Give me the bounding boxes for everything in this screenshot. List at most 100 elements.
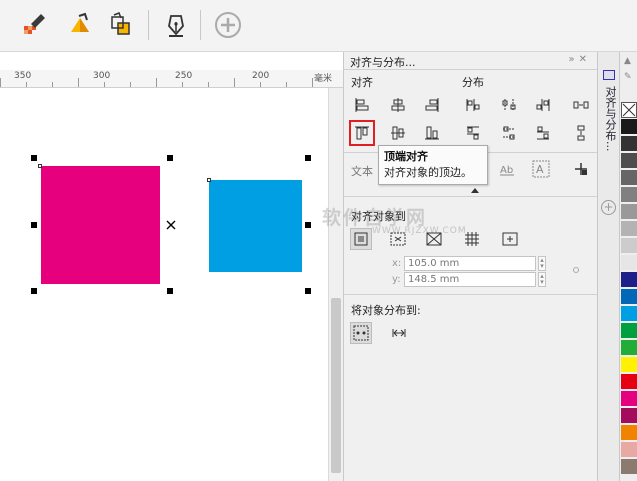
node-marker	[207, 178, 211, 182]
distribute-center-button[interactable]	[498, 94, 520, 116]
color-swatch[interactable]	[621, 136, 637, 152]
align-center-vertical-button[interactable]	[387, 122, 409, 144]
color-swatch[interactable]	[621, 391, 637, 407]
ruler-unit: 毫米	[314, 74, 333, 84]
docker-side-tab[interactable]: 对齐与分布... +	[597, 52, 619, 481]
toolbar-separator	[200, 10, 201, 40]
color-swatch[interactable]	[621, 221, 637, 237]
distribute-bottom-button[interactable]	[532, 122, 554, 144]
color-swatch[interactable]	[621, 408, 637, 424]
color-swatch[interactable]	[621, 374, 637, 390]
distribute-to-selection-button[interactable]	[350, 322, 372, 344]
color-swatch[interactable]	[621, 357, 637, 373]
align-to-specified-point-button[interactable]	[499, 228, 521, 250]
align-to-label: 对齐对象到	[351, 210, 406, 223]
x-spinner[interactable]: ▴ ▾	[538, 256, 546, 271]
align-bottom-button[interactable]	[421, 122, 443, 144]
color-swatch[interactable]	[621, 340, 637, 356]
drawing-canvas[interactable]	[0, 88, 328, 481]
docker-tab-label: 对齐与分布...	[604, 86, 617, 152]
color-swatch[interactable]	[621, 204, 637, 220]
eyedropper-icon[interactable]: ✎	[624, 72, 632, 82]
color-swatch[interactable]	[621, 425, 637, 441]
pen-tool-icon[interactable]	[160, 9, 192, 41]
color-swatch[interactable]	[621, 119, 637, 135]
tooltip-title: 顶端对齐	[384, 150, 428, 163]
color-swatch[interactable]	[621, 306, 637, 322]
scrollbar-thumb[interactable]	[331, 298, 341, 473]
distribute-top-button[interactable]	[462, 122, 484, 144]
add-docker-icon[interactable]: +	[601, 200, 616, 215]
distribute-spacing-vertical-button[interactable]	[570, 122, 592, 144]
blue-rectangle[interactable]	[209, 180, 302, 272]
align-right-button[interactable]	[421, 94, 443, 116]
x-position-value: 105.0 mm	[408, 258, 460, 269]
x-position-field[interactable]: 105.0 mm	[404, 256, 536, 271]
color-swatch[interactable]	[621, 442, 637, 458]
interactive-fill-icon[interactable]	[18, 9, 50, 41]
docker-window-controls[interactable]: »✕	[569, 54, 592, 65]
toolbar	[0, 0, 637, 52]
color-swatch[interactable]	[621, 272, 637, 288]
palette-scroll-up-icon[interactable]: ▲	[624, 56, 631, 66]
color-swatch[interactable]	[621, 255, 637, 271]
text-baseline-icon[interactable]: Ab	[496, 158, 518, 180]
text-section-label: 文本	[351, 165, 373, 178]
distribute-middle-button[interactable]	[498, 122, 520, 144]
color-swatch[interactable]	[621, 459, 637, 475]
toolbar-separator	[148, 10, 149, 40]
ruler-label: 200	[252, 71, 270, 81]
selection-handle[interactable]	[167, 155, 173, 161]
horizontal-ruler: 350 300 250 200 毫米	[0, 70, 343, 88]
selection-handle[interactable]	[167, 288, 173, 294]
color-swatch[interactable]	[621, 170, 637, 186]
outline-icon[interactable]	[570, 158, 592, 180]
smart-fill-icon[interactable]	[104, 9, 136, 41]
tooltip-description: 对齐对象的顶边。	[384, 166, 472, 179]
ruler-label: 250	[175, 71, 193, 81]
distribute-left-button[interactable]	[462, 94, 484, 116]
distribute-to-page-button[interactable]	[388, 322, 410, 344]
x-field-prefix: x:	[392, 258, 402, 269]
distribute-to-label: 将对象分布到:	[351, 304, 421, 317]
docker-title: 对齐与分布...	[350, 56, 416, 69]
text-bounding-box-icon[interactable]: A	[530, 158, 552, 180]
y-position-value: 148.5 mm	[408, 274, 460, 285]
align-docker-tab-icon	[603, 70, 615, 80]
color-swatch[interactable]	[621, 238, 637, 254]
color-swatch[interactable]	[621, 153, 637, 169]
svg-text:Ab: Ab	[500, 165, 513, 176]
magenta-rectangle[interactable]	[41, 166, 160, 284]
vertical-scrollbar[interactable]	[328, 88, 343, 481]
color-swatch[interactable]	[621, 187, 637, 203]
y-position-field[interactable]: 148.5 mm	[404, 272, 536, 287]
color-swatch[interactable]	[621, 323, 637, 339]
selection-handle[interactable]	[305, 222, 311, 228]
align-left-button[interactable]	[351, 94, 373, 116]
y-field-prefix: y:	[392, 274, 401, 285]
selection-handle[interactable]	[305, 288, 311, 294]
align-top-button[interactable]	[349, 120, 375, 146]
distribute-section-label: 分布	[462, 76, 484, 89]
align-distribute-docker: 对齐与分布... »✕ 对齐 分布 文本 Ab A 对齐对象到 x: 105.0…	[343, 52, 598, 481]
selection-handle[interactable]	[305, 155, 311, 161]
align-center-horizontal-button[interactable]	[387, 94, 409, 116]
lock-ratio-icon[interactable]	[573, 267, 579, 273]
selection-handle[interactable]	[31, 222, 37, 228]
center-x-marker-icon	[166, 220, 176, 230]
watermark-url: WWW.RJZXW.COM	[372, 226, 467, 236]
add-icon[interactable]	[212, 9, 244, 41]
mesh-fill-icon[interactable]	[64, 9, 96, 41]
node-marker	[38, 164, 42, 168]
collapse-arrow-icon[interactable]	[471, 188, 479, 193]
selection-handle[interactable]	[31, 288, 37, 294]
distribute-right-button[interactable]	[532, 94, 554, 116]
align-to-active-objects-button[interactable]	[350, 228, 372, 250]
distribute-spacing-horizontal-button[interactable]	[570, 94, 592, 116]
y-spinner[interactable]: ▴ ▾	[538, 272, 546, 287]
color-swatch[interactable]	[621, 102, 637, 118]
color-swatch[interactable]	[621, 289, 637, 305]
ruler-label: 300	[93, 71, 111, 81]
selection-handle[interactable]	[31, 155, 37, 161]
ruler-label: 350	[14, 71, 32, 81]
